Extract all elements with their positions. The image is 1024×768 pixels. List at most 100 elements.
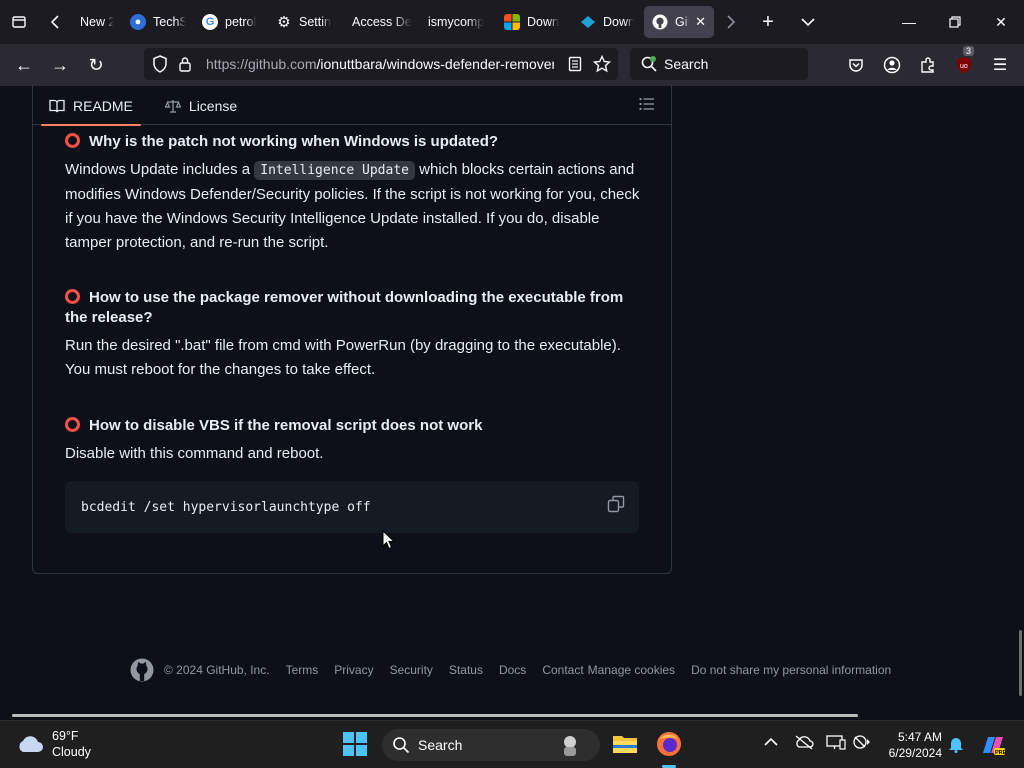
taskbar-search-label: Search [418, 737, 463, 753]
tab-label: petrol [225, 15, 257, 29]
book-icon [49, 99, 65, 112]
account-button[interactable] [879, 52, 905, 78]
footer-link-docs[interactable]: Docs [499, 663, 526, 677]
notifications-button[interactable] [948, 735, 964, 756]
inline-code: Intelligence Update [254, 161, 415, 180]
chevron-up-icon [764, 737, 778, 746]
weather-condition: Cloudy [52, 745, 91, 759]
search-placeholder: Search [664, 56, 709, 72]
forward-button[interactable]: → [42, 47, 78, 83]
chevron-right-icon [727, 15, 736, 29]
tabs-scroll-right-button[interactable] [714, 0, 748, 44]
back-button[interactable]: ← [6, 47, 42, 83]
reader-view-icon[interactable] [568, 56, 582, 72]
tab-license[interactable]: License [149, 87, 253, 125]
copy-icon[interactable] [607, 495, 625, 513]
tab-google[interactable]: G petrol [194, 6, 268, 38]
github-logo-icon[interactable] [130, 658, 154, 682]
taskbar-search[interactable]: Search [382, 729, 600, 761]
show-hidden-icons-button[interactable] [764, 734, 778, 750]
tab-label: Access De [352, 15, 412, 29]
close-icon: ✕ [995, 13, 1007, 30]
close-window-button[interactable]: ✕ [978, 0, 1024, 44]
footer-link-contact[interactable]: Contact [542, 663, 583, 677]
minimize-button[interactable]: — [886, 0, 932, 44]
url-host: https://github.com [206, 56, 317, 72]
clock-time: 5:47 AM [897, 730, 942, 744]
footer-link-do-not-share[interactable]: Do not share my personal information [691, 663, 891, 677]
extension-badge: 3 [963, 46, 975, 56]
close-tab-icon[interactable]: ✕ [695, 14, 706, 30]
tab-techspot[interactable]: ● TechS [122, 6, 194, 38]
restore-button[interactable] [932, 0, 978, 44]
footer-link-privacy[interactable]: Privacy [334, 663, 373, 677]
download-site-icon [581, 16, 595, 28]
folder-icon [613, 736, 637, 753]
scale-icon [164, 99, 181, 113]
tab-microsoft-download[interactable]: Down [496, 6, 572, 38]
tab-download-site[interactable]: Down [572, 6, 642, 38]
techspot-icon: ● [130, 14, 146, 30]
account-icon [883, 56, 901, 74]
section-heading: Why is the patch not working when Window… [65, 132, 645, 152]
network-icon [853, 735, 870, 749]
minimize-icon: — [902, 14, 916, 30]
firefox-icon [657, 732, 681, 756]
url-path: /ionuttbara/windows-defender-remover [316, 56, 554, 72]
outline-button[interactable] [639, 97, 655, 116]
bookmark-star-icon[interactable] [593, 55, 611, 73]
app-menu-button[interactable]: ☰ [987, 52, 1013, 78]
tab-new[interactable]: New 2 [72, 6, 122, 38]
list-all-tabs-button[interactable] [788, 0, 828, 44]
search-input[interactable]: Search [630, 48, 808, 80]
new-tab-button[interactable]: + [748, 0, 788, 44]
network-volume-button[interactable] [852, 734, 872, 753]
weather-widget[interactable]: 69°F Cloudy [16, 728, 91, 760]
display-button[interactable] [826, 734, 846, 753]
ublock-button[interactable]: uo 3 [951, 46, 977, 78]
tab-label: TechS [153, 15, 186, 29]
vertical-scrollbar[interactable] [1019, 630, 1022, 696]
tab-label: Down [603, 15, 634, 29]
svg-text:uo: uo [960, 63, 968, 70]
lock-icon [179, 57, 191, 72]
tab-label: ismycomp [428, 15, 485, 29]
firefox-view-button[interactable] [0, 0, 38, 44]
copilot-button[interactable]: PRE [980, 733, 1007, 760]
footer-link-security[interactable]: Security [390, 663, 433, 677]
bell-icon [949, 738, 963, 753]
start-button[interactable] [342, 731, 368, 757]
onedrive-button[interactable] [794, 734, 814, 753]
cloud-icon [19, 736, 43, 752]
tab-label: New 2 [80, 15, 114, 29]
footer-link-status[interactable]: Status [449, 663, 483, 677]
search-engine-icon [641, 56, 657, 72]
address-bar[interactable]: https://github.com/ionuttbara/windows-de… [144, 48, 618, 80]
arrow-left-icon: ← [15, 54, 33, 75]
firefox-button[interactable] [656, 731, 682, 757]
tab-readme[interactable]: README [33, 87, 149, 126]
red-circle-icon [65, 133, 80, 148]
section-paragraph: Run the desired ".bat" file from cmd wit… [65, 337, 621, 378]
google-icon: G [202, 14, 218, 30]
reload-button[interactable]: ↻ [78, 47, 114, 83]
tab-github[interactable]: Git ✕ [644, 6, 714, 38]
footer-link-manage-cookies[interactable]: Manage cookies [588, 663, 675, 677]
footer-link-terms[interactable]: Terms [286, 663, 319, 677]
tab-ismycomp[interactable]: ismycomp [420, 6, 496, 38]
shield-icon [153, 55, 167, 73]
windows-taskbar: 69°F Cloudy Search 5:47 AM 6/29/2024 PRE [0, 720, 1024, 768]
restore-icon [949, 16, 961, 28]
pocket-button[interactable] [843, 52, 869, 78]
file-explorer-button[interactable] [612, 731, 638, 757]
horizontal-scrollbar[interactable] [12, 714, 858, 717]
extensions-button[interactable] [915, 52, 941, 78]
system-clock[interactable]: 5:47 AM 6/29/2024 [878, 729, 942, 761]
tab-label: Git [675, 15, 689, 29]
hamburger-icon: ☰ [992, 57, 1008, 74]
tab-access-denied[interactable]: Access De [344, 6, 420, 38]
tabs-scroll-left-button[interactable] [38, 0, 72, 44]
tab-settings[interactable]: ⚙ Settin [268, 6, 344, 38]
section-paragraph: Disable with this command and reboot. [65, 445, 324, 462]
gear-icon: ⚙ [277, 14, 291, 31]
